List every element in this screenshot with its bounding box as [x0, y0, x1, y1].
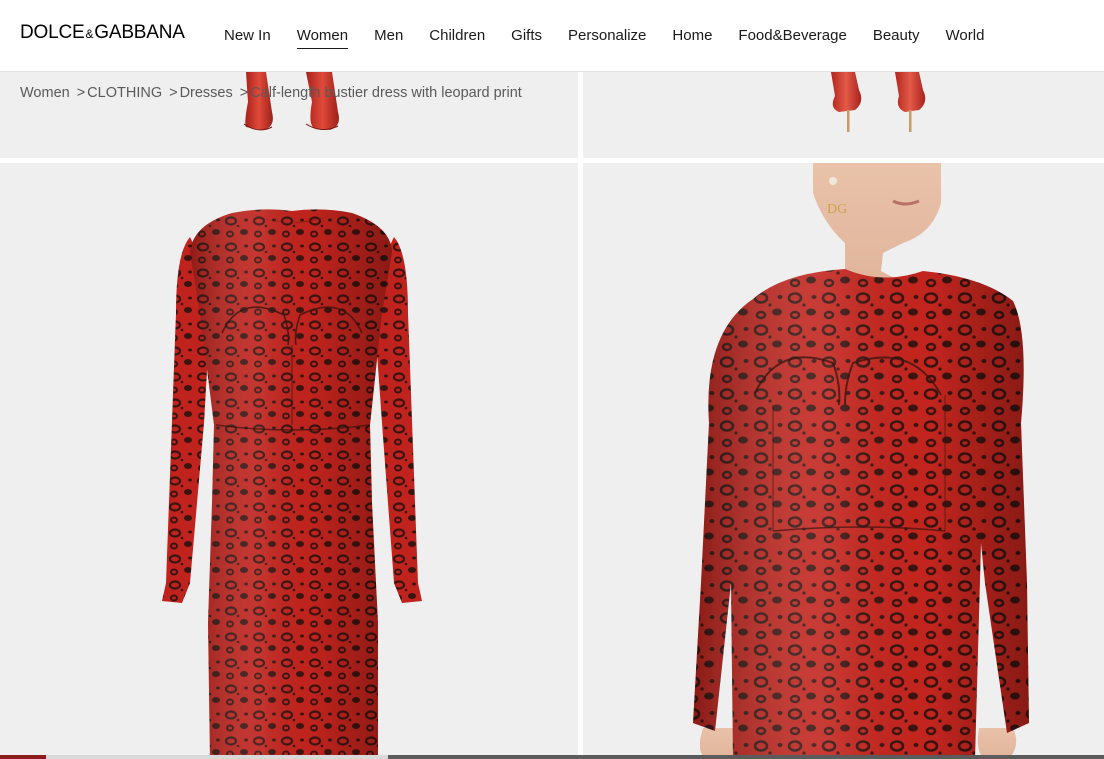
brand-logo-amp: &: [85, 27, 94, 41]
main-nav: New In Women Men Children Gifts Personal…: [224, 26, 1010, 49]
breadcrumb-dresses[interactable]: Dresses: [180, 85, 233, 101]
site-header: DOLCE&GABBANA New In Women Men Children …: [0, 0, 1104, 72]
nav-item-personalize[interactable]: Personalize: [568, 26, 646, 49]
nav-item-world[interactable]: World: [946, 26, 985, 49]
gallery-image-pumps-side[interactable]: [583, 72, 1104, 158]
nav-item-new-in[interactable]: New In: [224, 26, 271, 49]
breadcrumb-separator: >: [76, 85, 86, 101]
red-pumps-side-illustration: [831, 72, 926, 132]
breadcrumb: Women > CLOTHING > Dresses > Calf-length…: [20, 85, 522, 101]
breadcrumb-separator: >: [239, 85, 249, 101]
breadcrumb-current-product: Calf-length bustier dress with leopard p…: [250, 85, 522, 101]
breadcrumb-separator: >: [169, 85, 178, 101]
nav-item-women[interactable]: Women: [296, 26, 349, 49]
leopard-dress-front-illustration: [162, 209, 422, 759]
brand-logo-part1: DOLCE: [20, 22, 85, 43]
nav-item-home[interactable]: Home: [672, 26, 712, 49]
brand-logo[interactable]: DOLCE&GABBANA: [20, 22, 185, 44]
nav-item-gifts[interactable]: Gifts: [511, 26, 542, 49]
breadcrumb-clothing[interactable]: CLOTHING: [87, 85, 162, 101]
gallery-image-dress-front[interactable]: [0, 163, 578, 759]
scroll-indicator-track-segment: [46, 755, 388, 759]
product-page: DOLCE&GABBANA New In Women Men Children …: [0, 0, 1104, 759]
nav-item-men[interactable]: Men: [374, 26, 403, 49]
gallery-scroll-indicator[interactable]: [0, 755, 1104, 759]
gallery-image-dress-model[interactable]: DG: [583, 163, 1104, 759]
nav-item-children[interactable]: Children: [429, 26, 485, 49]
nav-item-food-beverage[interactable]: Food&Beverage: [738, 26, 846, 49]
breadcrumb-women[interactable]: Women: [20, 85, 70, 101]
nav-item-beauty[interactable]: Beauty: [873, 26, 920, 49]
leopard-dress-model-illustration: DG: [693, 163, 1029, 759]
scroll-indicator-active-segment: [0, 755, 46, 759]
earring-dg-mark: DG: [827, 202, 847, 217]
brand-logo-part2: GABBANA: [94, 22, 185, 43]
